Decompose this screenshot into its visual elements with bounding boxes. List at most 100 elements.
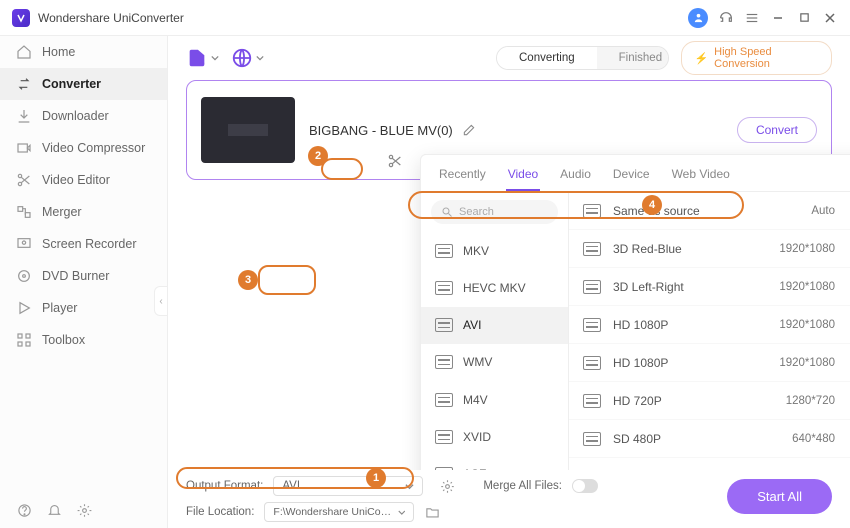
format-item-m4v[interactable]: M4V [421, 381, 568, 418]
format-icon [435, 318, 453, 332]
format-icon [435, 355, 453, 369]
titlebar: Wondershare UniConverter [0, 0, 850, 36]
format-icon [435, 430, 453, 444]
callout-highlight-3 [258, 265, 316, 295]
preset-resolution: 640*480 [792, 433, 835, 445]
preset-label: 3D Red-Blue [613, 242, 682, 256]
bolt-icon: ⚡ [694, 52, 708, 65]
sidebar-item-home[interactable]: Home [0, 36, 167, 68]
tab-converting[interactable]: Converting [497, 47, 597, 69]
window-minimize-button[interactable] [770, 10, 786, 26]
tab-web-video[interactable]: Web Video [670, 163, 732, 191]
edit-name-icon[interactable] [461, 122, 477, 138]
add-url-button[interactable] [231, 47, 264, 69]
converter-icon [16, 76, 32, 92]
preset-resolution: 1280*720 [786, 395, 835, 407]
toolbar: + Converting Finished ⚡ High Speed Conve… [168, 36, 850, 80]
sidebar-item-label: Video Editor [42, 173, 110, 187]
window-maximize-button[interactable] [796, 10, 812, 26]
preset-item[interactable]: HD 1080P1920*1080 [569, 344, 850, 382]
sidebar-item-screen-recorder[interactable]: Screen Recorder [0, 228, 167, 260]
start-all-label: Start All [757, 489, 802, 504]
sidebar-item-converter[interactable]: Converter [0, 68, 167, 100]
preset-label: HD 720P [613, 394, 662, 408]
tab-label: Video [508, 167, 538, 181]
preset-item[interactable]: 3D Red-Blue 1920*1080 [569, 230, 850, 268]
format-item-mkv[interactable]: MKV [421, 232, 568, 269]
tab-finished[interactable]: Finished [597, 47, 670, 69]
preset-resolution: 1920*1080 [779, 243, 835, 255]
help-icon[interactable] [16, 502, 32, 518]
sidebar-item-label: Home [42, 45, 75, 59]
download-icon [16, 108, 32, 124]
tab-device[interactable]: Device [611, 163, 652, 191]
tab-video[interactable]: Video [506, 163, 540, 191]
high-speed-badge[interactable]: ⚡ High Speed Conversion [681, 41, 832, 75]
preset-item[interactable]: SD 480P640*480 [569, 420, 850, 458]
preset-item[interactable]: HD 1080P1920*1080 [569, 306, 850, 344]
sidebar-item-merger[interactable]: Merger [0, 196, 167, 228]
preset-icon [583, 280, 601, 294]
format-item-wmv[interactable]: WMV [421, 344, 568, 381]
file-location-label: File Location: [186, 506, 254, 518]
window-close-button[interactable] [822, 10, 838, 26]
grid-icon [16, 332, 32, 348]
search-placeholder: Search [459, 206, 494, 218]
format-label: HEVC MKV [463, 281, 526, 295]
preset-resolution: 1920*1080 [779, 357, 835, 369]
callout-badge-3: 3 [238, 270, 258, 290]
app-title: Wondershare UniConverter [38, 11, 688, 25]
format-item-avi[interactable]: AVI [421, 307, 568, 344]
output-format-label: Output Format: [186, 480, 263, 492]
preset-resolution: 1920*1080 [779, 281, 835, 293]
sidebar-item-label: Player [42, 301, 77, 315]
tab-label: Web Video [672, 167, 730, 181]
tab-recently[interactable]: Recently [437, 163, 488, 191]
tab-label: Audio [560, 167, 591, 181]
settings-icon[interactable] [76, 502, 92, 518]
format-item-hevc-mkv[interactable]: HEVC MKV [421, 269, 568, 306]
trim-icon[interactable] [387, 153, 403, 169]
sidebar-item-video-compressor[interactable]: Video Compressor [0, 132, 167, 164]
sidebar-item-label: Merger [42, 205, 82, 219]
tab-audio[interactable]: Audio [558, 163, 593, 191]
sidebar-item-downloader[interactable]: Downloader [0, 100, 167, 132]
format-item-xvid[interactable]: XVID [421, 418, 568, 455]
format-search-input[interactable]: Search [431, 200, 558, 224]
preset-item[interactable]: Same as sourceAuto [569, 192, 850, 230]
preset-item[interactable]: 3D Left-Right 1920*1080 [569, 268, 850, 306]
footer: Output Format: AVI Merge All Files: File… [168, 470, 850, 528]
bell-icon[interactable] [46, 502, 62, 518]
sidebar-item-label: DVD Burner [42, 269, 109, 283]
open-folder-icon[interactable] [424, 504, 440, 520]
preset-label: 3D Left-Right [613, 280, 684, 294]
sidebar-item-video-editor[interactable]: Video Editor [0, 164, 167, 196]
video-thumbnail [201, 97, 295, 163]
merge-toggle[interactable] [572, 479, 598, 493]
convert-button[interactable]: Convert [737, 117, 817, 143]
preset-label: Same as source [613, 204, 700, 218]
start-all-button[interactable]: Start All [727, 479, 832, 514]
sidebar-item-toolbox[interactable]: Toolbox [0, 324, 167, 356]
sidebar: Home Converter Downloader Video Compress… [0, 36, 168, 528]
file-name: BIGBANG - BLUE MV(0) [309, 123, 453, 138]
preset-icon [583, 242, 601, 256]
support-icon[interactable] [718, 10, 734, 26]
output-settings-icon[interactable] [439, 478, 455, 494]
sidebar-item-dvd-burner[interactable]: DVD Burner [0, 260, 167, 292]
status-segmented-control: Converting Finished [496, 46, 669, 70]
svg-text:+: + [199, 59, 205, 69]
sidebar-item-label: Downloader [42, 109, 109, 123]
format-label: AVI [463, 318, 481, 332]
sidebar-collapse-button[interactable]: ‹ [154, 286, 168, 316]
high-speed-label: High Speed Conversion [714, 46, 819, 70]
hamburger-menu-icon[interactable] [744, 10, 760, 26]
output-format-select[interactable]: AVI [273, 476, 423, 496]
content-area: + Converting Finished ⚡ High Speed Conve… [168, 36, 850, 528]
preset-item[interactable]: HD 720P 1280*720 [569, 382, 850, 420]
add-file-button[interactable]: + [186, 47, 219, 69]
user-avatar-icon[interactable] [688, 8, 708, 28]
file-location-select[interactable]: F:\Wondershare UniConverter [264, 502, 414, 522]
disc-icon [16, 268, 32, 284]
sidebar-item-player[interactable]: Player [0, 292, 167, 324]
